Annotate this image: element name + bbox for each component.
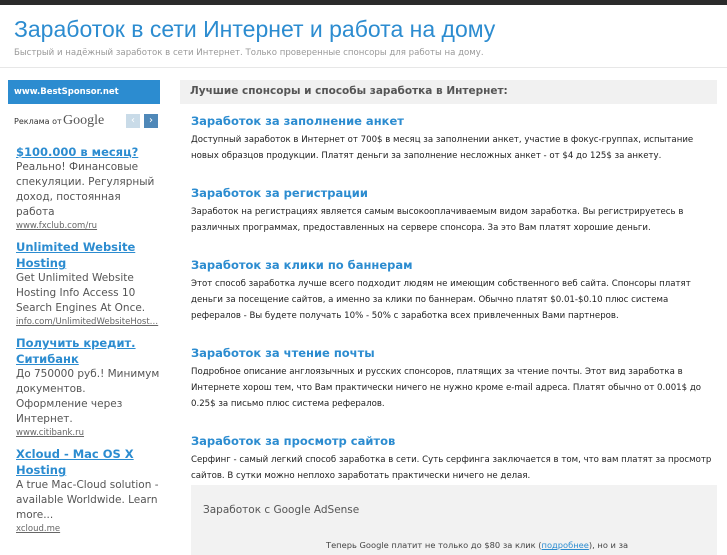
main-heading: Лучшие спонсоры и способы заработка в Ин… (180, 80, 717, 104)
adsense-text-before: Теперь Google платит не только до $80 за… (326, 540, 542, 550)
section-title-link[interactable]: Заработок за регистрации (191, 186, 717, 200)
google-logo[interactable]: Google (63, 113, 104, 129)
section-text: Этот способ заработка лучше всего подход… (191, 279, 691, 321)
site-subtitle: Быстрый и надёжный заработок в сети Инте… (14, 48, 484, 58)
section-item: Заработок за заполнение анкет Доступный … (191, 114, 717, 164)
ads-by-google-bar: Реклама от Google ‹ › (14, 113, 160, 130)
section-title-link[interactable]: Заработок за заполнение анкет (191, 114, 717, 128)
ad-description: Get Unlimited Website Hosting Info Acces… (16, 272, 146, 314)
section-text: Подробное описание англоязычных и русски… (191, 367, 702, 409)
ad-title-link[interactable]: $100.000 в месяц? (16, 144, 160, 160)
section-text: Доступный заработок в Интернет от 700$ в… (191, 135, 694, 161)
section-text: Заработок на регистрациях является самым… (191, 207, 684, 233)
ad-item: Unlimited Website Hosting Get Unlimited … (16, 239, 160, 328)
adsense-more-link[interactable]: подробнее (542, 540, 589, 550)
ads-label: Реклама от (14, 117, 62, 126)
sidebar-title: www.BestSponsor.net (8, 80, 160, 104)
ad-title-link[interactable]: Xcloud - Mac OS X Hosting (16, 446, 160, 478)
section-title-link[interactable]: Заработок за клики по баннерам (191, 258, 717, 272)
section-item: Заработок за клики по баннерам Этот спос… (191, 258, 717, 324)
section-list: Заработок за заполнение анкет Доступный … (191, 114, 717, 506)
adsense-text-after: ), но и за (588, 540, 629, 550)
adsense-text: Теперь Google платит не только до $80 за… (326, 540, 628, 550)
section-title-link[interactable]: Заработок за чтение почты (191, 346, 717, 360)
ads-next-button[interactable]: › (144, 114, 158, 128)
sidebar: www.BestSponsor.net Реклама от Google ‹ … (8, 80, 160, 545)
ad-description: A true Mac-Cloud solution - available Wo… (16, 479, 159, 521)
section-item: Заработок за просмотр сайтов Серфинг - с… (191, 434, 717, 484)
section-item: Заработок за регистрации Заработок на ре… (191, 186, 717, 236)
ad-title-link[interactable]: Получить кредит. Ситибанк (16, 335, 160, 367)
ad-item: Xcloud - Mac OS X Hosting A true Mac-Clo… (16, 446, 160, 535)
ad-description: До 750000 руб.! Минимум документов. Офор… (16, 368, 160, 425)
ad-url-link[interactable]: info.com/UnlimitedWebsiteHost… (16, 316, 160, 328)
section-item: Заработок за чтение почты Подробное опис… (191, 346, 717, 412)
ad-item: $100.000 в месяц? Реально! Финансовые сп… (16, 144, 160, 232)
adsense-title: Заработок с Google AdSense (203, 504, 360, 516)
ads-prev-button[interactable]: ‹ (126, 114, 140, 128)
site-title[interactable]: Заработок в сети Интернет и работа на до… (14, 16, 495, 43)
ad-description: Реально! Финансовые спекуляции. Регулярн… (16, 161, 155, 218)
section-title-link[interactable]: Заработок за просмотр сайтов (191, 434, 717, 448)
ad-url-link[interactable]: www.fxclub.com/ru (16, 220, 160, 232)
section-text: Серфинг - самый легкий способ заработка … (191, 455, 712, 481)
top-bar (0, 0, 727, 5)
ad-url-link[interactable]: www.citibank.ru (16, 427, 160, 439)
ad-url-link[interactable]: xcloud.me (16, 523, 160, 535)
ad-list: $100.000 в месяц? Реально! Финансовые сп… (16, 144, 160, 542)
ad-title-link[interactable]: Unlimited Website Hosting (16, 239, 160, 271)
ad-item: Получить кредит. Ситибанк До 750000 руб.… (16, 335, 160, 439)
header-divider (0, 67, 727, 68)
